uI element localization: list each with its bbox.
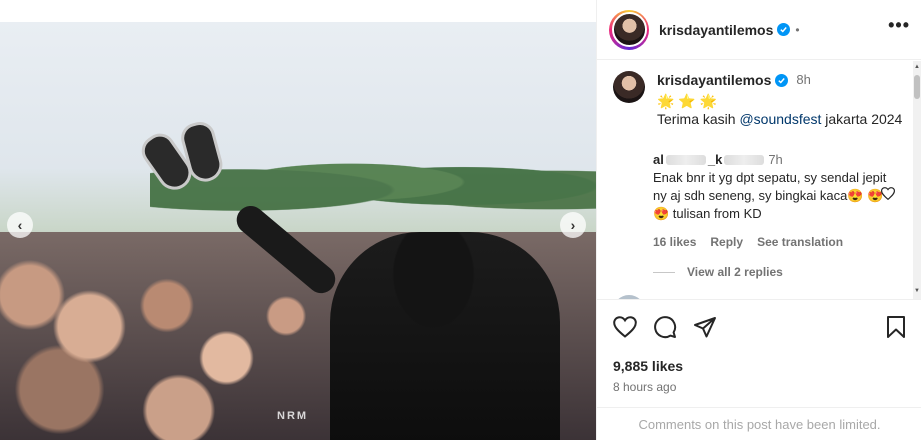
caption-emojis: 🌟⭐🌟 xyxy=(657,93,722,109)
avatar xyxy=(611,12,647,47)
redacted-username-part xyxy=(665,155,706,165)
post-header: krisdayantilemos • ••• xyxy=(597,0,921,60)
post-actions: 9,885 likes 8 hours ago xyxy=(597,299,921,394)
share-icon[interactable] xyxy=(693,316,717,338)
header-username[interactable]: krisdayantilemos xyxy=(659,22,773,38)
media-top-spacer xyxy=(0,0,596,22)
caption: krisdayantilemos 8h 🌟⭐🌟 Terima kasih @so… xyxy=(613,71,902,128)
post-photo[interactable] xyxy=(0,22,596,440)
comments-section: krisdayantilemos 8h 🌟⭐🌟 Terima kasih @so… xyxy=(597,61,921,299)
caption-body: krisdayantilemos 8h 🌟⭐🌟 Terima kasih @so… xyxy=(657,71,902,128)
bookmark-icon[interactable] xyxy=(886,316,906,338)
comment-reply-button[interactable]: Reply xyxy=(710,233,743,251)
post-media: NRM ‹ › xyxy=(0,0,596,440)
comment-time[interactable]: 7h xyxy=(768,151,782,169)
caption-text-prefix: Terima kasih xyxy=(657,111,740,127)
scroll-up-icon[interactable]: ▲ xyxy=(914,64,920,70)
caption-username[interactable]: krisdayantilemos xyxy=(657,71,771,89)
view-replies-label: View all 2 replies xyxy=(687,265,783,279)
photo-watermark: NRM xyxy=(277,410,309,422)
comment-username-mid[interactable]: _k xyxy=(708,151,722,169)
see-translation-button[interactable]: See translation xyxy=(757,233,843,251)
comment-text: Enak bnr it yg dpt sepatu, sy sendal jep… xyxy=(653,170,887,221)
redacted-username-part xyxy=(724,155,765,165)
comment-icon[interactable] xyxy=(653,315,677,339)
instagram-post-view: NRM ‹ › krisdayantilemos • ••• krisdayan… xyxy=(0,0,921,440)
verified-icon xyxy=(775,73,789,87)
scroll-down-icon[interactable]: ▼ xyxy=(914,288,920,294)
comment-like-heart-icon[interactable] xyxy=(880,187,896,203)
more-icon[interactable]: ••• xyxy=(888,16,910,34)
heart-icon[interactable] xyxy=(613,316,637,338)
comment-header: al _k 7h xyxy=(653,151,893,169)
caption-header: krisdayantilemos 8h xyxy=(657,71,902,89)
story-ring[interactable] xyxy=(609,9,649,50)
verified-icon xyxy=(777,23,791,36)
scrollbar-thumb[interactable] xyxy=(914,75,920,99)
caption-text: Terima kasih @soundsfest jakarta 2024 xyxy=(657,110,902,128)
view-replies-button[interactable]: View all 2 replies xyxy=(653,265,783,279)
post-sidebar: krisdayantilemos • ••• krisdayantilemos … xyxy=(596,0,921,440)
post-time[interactable]: 8 hours ago xyxy=(613,380,906,394)
caption-time[interactable]: 8h xyxy=(796,71,810,89)
caption-text-suffix: jakarta 2024 xyxy=(821,111,903,127)
view-replies-line xyxy=(653,271,675,273)
comment-username-start[interactable]: al xyxy=(653,151,664,169)
likes-count[interactable]: 9,885 likes xyxy=(613,358,906,374)
comment-meta: 16 likes Reply See translation xyxy=(653,233,893,251)
chevron-left-icon[interactable]: ‹ xyxy=(7,212,33,238)
comments-limited-notice: Comments on this post have been limited. xyxy=(597,407,921,440)
photo-performer xyxy=(330,232,560,440)
caption-mention-link[interactable]: @soundsfest xyxy=(739,111,821,127)
comment-item: al _k 7h Enak bnr it yg dpt sepatu, sy s… xyxy=(653,151,893,251)
chevron-right-icon[interactable]: › xyxy=(560,212,586,238)
header-dot: • xyxy=(795,22,800,37)
action-icons xyxy=(613,314,906,340)
comment-likes[interactable]: 16 likes xyxy=(653,233,696,251)
avatar[interactable] xyxy=(613,71,645,103)
